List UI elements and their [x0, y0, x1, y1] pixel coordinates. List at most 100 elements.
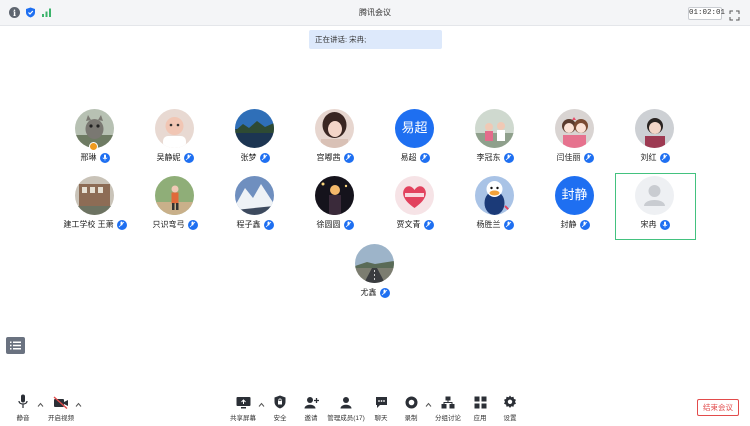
participant-tile[interactable]: 宫嘟茜: [295, 109, 375, 181]
list-icon: [10, 341, 21, 350]
participant-name: 邢琳: [80, 153, 97, 162]
participant-name: 宋冉: [640, 220, 657, 229]
participant-tile[interactable]: 刘红: [615, 109, 695, 181]
microphone-muted-icon: [583, 152, 594, 163]
share-screen-button[interactable]: 共享屏幕: [229, 392, 257, 422]
record-label: 录制: [404, 415, 418, 422]
participant-name: 程子鑫: [236, 220, 261, 229]
microphone-muted-icon: [579, 219, 590, 230]
participant-name: 徐圆圆: [316, 220, 341, 229]
microphone-muted-icon: [343, 152, 354, 163]
speaking-indicator: 正在讲话: 宋冉;: [309, 30, 442, 49]
avatar: 易超: [395, 109, 434, 148]
participant-tile[interactable]: 邢琳: [55, 109, 135, 181]
record-options-chevron-icon[interactable]: [425, 402, 432, 408]
avatar: [235, 109, 274, 148]
microphone-muted-icon: [116, 219, 127, 230]
participant-name: 贾文青: [396, 220, 421, 229]
microphone-muted-icon: [343, 219, 354, 230]
security-button[interactable]: 安全: [270, 392, 290, 422]
microphone-icon: [18, 392, 28, 409]
manage-members-button[interactable]: 管理成员(17): [327, 392, 365, 422]
microphone-muted-icon: [263, 219, 274, 230]
record-icon: [405, 392, 418, 409]
add-user-icon: [304, 392, 319, 409]
avatar: [475, 109, 514, 148]
participant-tile-active[interactable]: 宋冉: [615, 176, 695, 248]
breakout-icon: [441, 392, 455, 409]
participant-name: 易超: [400, 153, 417, 162]
microphone-muted-icon: [187, 219, 198, 230]
microphone-muted-icon: [419, 152, 430, 163]
end-meeting-button[interactable]: 结束会议: [697, 399, 739, 416]
avatar: [475, 176, 514, 215]
participant-tile[interactable]: 贾文青: [375, 176, 455, 248]
avatar: [155, 109, 194, 148]
host-badge-icon: [89, 142, 98, 151]
microphone-muted-icon: [183, 152, 194, 163]
microphone-muted-icon: [379, 287, 390, 298]
security-label: 安全: [273, 415, 287, 422]
share-options-chevron-icon[interactable]: [258, 402, 265, 408]
participant-tile[interactable]: 李冠东: [455, 109, 535, 181]
mute-label: 静音: [16, 415, 30, 422]
participant-tile[interactable]: 杨胜兰: [455, 176, 535, 248]
participant-tile[interactable]: 建工学校 王萧: [55, 176, 135, 248]
avatar: [315, 176, 354, 215]
avatar: [395, 176, 434, 215]
avatar: [315, 109, 354, 148]
apps-button[interactable]: 应用: [470, 392, 490, 422]
mute-options-chevron-icon[interactable]: [37, 402, 44, 408]
share-screen-icon: [236, 392, 251, 409]
video-label: 开启视频: [48, 415, 74, 422]
chat-button[interactable]: 聊天: [371, 392, 391, 422]
participant-name: 宫嘟茜: [316, 153, 341, 162]
chat-label: 聊天: [374, 415, 388, 422]
record-button[interactable]: 录制: [401, 392, 421, 422]
participant-tile[interactable]: 易超 易超: [375, 109, 455, 181]
meeting-toolbar: 静音 开启视频 共享屏幕 安全 邀请 管理成员(17) 聊天 录制 分组讨论 应…: [0, 392, 750, 426]
apps-grid-icon: [474, 392, 487, 409]
invite-label: 邀请: [304, 415, 318, 422]
participant-name: 建工学校 王萧: [63, 220, 114, 229]
participant-name: 只识弯弓: [152, 220, 185, 229]
video-button[interactable]: 开启视频: [46, 392, 76, 422]
shield-icon: [274, 392, 286, 409]
participant-tile[interactable]: 张梦: [215, 109, 295, 181]
microphone-muted-icon: [503, 219, 514, 230]
gear-icon: [503, 392, 517, 409]
microphone-muted-icon: [503, 152, 514, 163]
avatar: [555, 109, 594, 148]
settings-button[interactable]: 设置: [500, 392, 520, 422]
participant-tile[interactable]: 封静 封静: [535, 176, 615, 248]
participant-name: 张梦: [240, 153, 257, 162]
microphone-muted-icon: [659, 152, 670, 163]
share-screen-label: 共享屏幕: [230, 415, 256, 422]
list-toggle-button[interactable]: [6, 337, 25, 354]
apps-label: 应用: [473, 415, 487, 422]
avatar: [235, 176, 274, 215]
participant-tile[interactable]: 吴静妮: [135, 109, 215, 181]
participant-tile[interactable]: 尤鑫: [335, 244, 415, 316]
microphone-icon: [659, 219, 670, 230]
participant-tile[interactable]: 闫佳丽: [535, 109, 615, 181]
fullscreen-icon[interactable]: [729, 8, 740, 21]
participant-tile[interactable]: 只识弯弓: [135, 176, 215, 248]
participant-tile[interactable]: 程子鑫: [215, 176, 295, 248]
avatar: [355, 244, 394, 283]
participant-name: 杨胜兰: [476, 220, 501, 229]
breakout-label: 分组讨论: [435, 415, 461, 422]
breakout-rooms-button[interactable]: 分组讨论: [434, 392, 462, 422]
settings-label: 设置: [503, 415, 517, 422]
members-icon: [339, 392, 353, 409]
participant-name: 尤鑫: [360, 288, 377, 297]
avatar-placeholder-icon: [635, 176, 674, 215]
mute-button[interactable]: 静音: [12, 392, 34, 422]
invite-button[interactable]: 邀请: [300, 392, 322, 422]
title-bar: i 腾讯会议 01:02:01: [0, 0, 750, 26]
video-options-chevron-icon[interactable]: [75, 402, 82, 408]
avatar: [75, 176, 114, 215]
participant-tile[interactable]: 徐圆圆: [295, 176, 375, 248]
participant-name: 吴静妮: [156, 153, 181, 162]
meeting-timer: 01:02:01: [688, 7, 725, 20]
